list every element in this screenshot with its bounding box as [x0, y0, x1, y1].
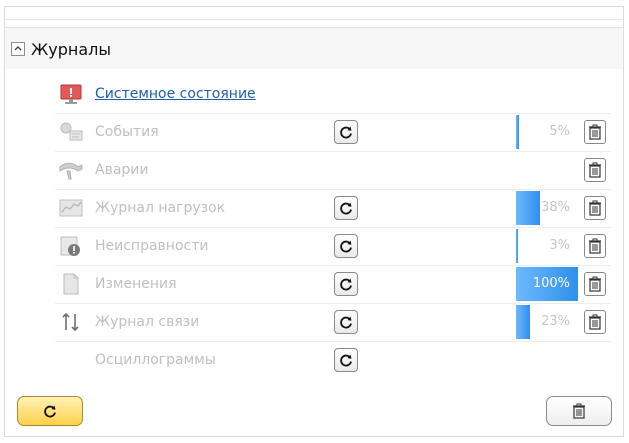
delete-button-alarms[interactable]	[584, 158, 606, 182]
progress-text-faults: 3%	[549, 238, 570, 253]
progress-text-changes: 100%	[532, 276, 570, 291]
progress-fill-connection-log	[516, 305, 530, 339]
delete-button-changes[interactable]	[584, 272, 606, 296]
refresh-icon	[340, 240, 352, 253]
journal-row-load-log: Журнал нагрузок 38%	[55, 189, 611, 228]
progress-fill-faults	[516, 229, 518, 263]
refresh-button-faults[interactable]	[334, 234, 358, 258]
journals-panel: Журналы Системное состояние События 5% А…	[4, 6, 624, 437]
refresh-icon	[340, 202, 352, 215]
connection-log-icon	[55, 308, 87, 336]
refresh-icon	[340, 278, 352, 291]
chevron-up-icon	[14, 46, 22, 51]
faults-icon	[55, 232, 87, 260]
delete-button-events[interactable]	[584, 120, 606, 144]
delete-all-button[interactable]	[546, 396, 612, 426]
refresh-button-events[interactable]	[334, 120, 358, 144]
refresh-all-button[interactable]	[17, 396, 83, 426]
trash-icon	[589, 276, 601, 292]
trash-icon	[589, 314, 601, 330]
delete-button-connection-log[interactable]	[584, 310, 606, 334]
journals-list: Системное состояние События 5% Аварии Жу…	[5, 69, 623, 436]
journal-row-alarms: Аварии	[55, 151, 611, 190]
progress-text-connection-log: 23%	[541, 314, 570, 329]
journal-label-oscillograms: Осциллограммы	[95, 352, 216, 368]
trash-icon	[589, 162, 601, 178]
panel-title: Журналы	[31, 39, 111, 59]
refresh-icon	[340, 126, 352, 139]
refresh-icon	[340, 354, 352, 367]
journal-row-faults: Неисправности 3%	[55, 227, 611, 266]
load-log-icon	[55, 194, 87, 222]
progress-connection-log: 23%	[516, 305, 578, 339]
collapse-button[interactable]	[11, 42, 25, 56]
delete-button-faults[interactable]	[584, 234, 606, 258]
journal-label-system-state[interactable]: Системное состояние	[95, 86, 256, 102]
refresh-button-connection-log[interactable]	[334, 310, 358, 334]
progress-load-log: 38%	[516, 191, 578, 225]
alarms-icon	[55, 156, 87, 184]
refresh-icon	[340, 316, 352, 329]
progress-text-load-log: 38%	[541, 200, 570, 215]
refresh-icon	[44, 405, 56, 418]
journal-label-connection-log: Журнал связи	[95, 314, 200, 330]
progress-fill-load-log	[516, 191, 540, 225]
trash-icon	[589, 238, 601, 254]
progress-text-events: 5%	[549, 124, 570, 139]
journal-row-changes: Изменения 100%	[55, 265, 611, 304]
refresh-button-oscillograms[interactable]	[334, 348, 358, 372]
journal-label-alarms: Аварии	[95, 162, 149, 178]
journal-label-load-log: Журнал нагрузок	[95, 200, 226, 216]
journal-row-system-state: Системное состояние	[55, 75, 611, 114]
journal-row-connection-log: Журнал связи 23%	[55, 303, 611, 342]
journal-row-events: События 5%	[55, 113, 611, 152]
delete-button-load-log[interactable]	[584, 196, 606, 220]
refresh-button-load-log[interactable]	[334, 196, 358, 220]
events-icon	[55, 118, 87, 146]
trash-icon	[589, 200, 601, 216]
journal-label-changes: Изменения	[95, 276, 177, 292]
progress-events: 5%	[516, 115, 578, 149]
journal-label-faults: Неисправности	[95, 238, 209, 254]
refresh-button-changes[interactable]	[334, 272, 358, 296]
system-state-icon	[55, 80, 87, 108]
oscillograms-icon	[55, 346, 87, 374]
panel-header: Журналы	[5, 27, 623, 71]
changes-icon	[55, 270, 87, 298]
progress-fill-events	[516, 115, 519, 149]
trash-icon	[589, 124, 601, 140]
trash-icon	[573, 403, 585, 419]
top-divider	[5, 7, 623, 20]
progress-faults: 3%	[516, 229, 578, 263]
journal-row-oscillograms: Осциллограммы	[55, 341, 611, 379]
journal-label-events: События	[95, 124, 159, 140]
progress-changes: 100%	[516, 267, 578, 301]
